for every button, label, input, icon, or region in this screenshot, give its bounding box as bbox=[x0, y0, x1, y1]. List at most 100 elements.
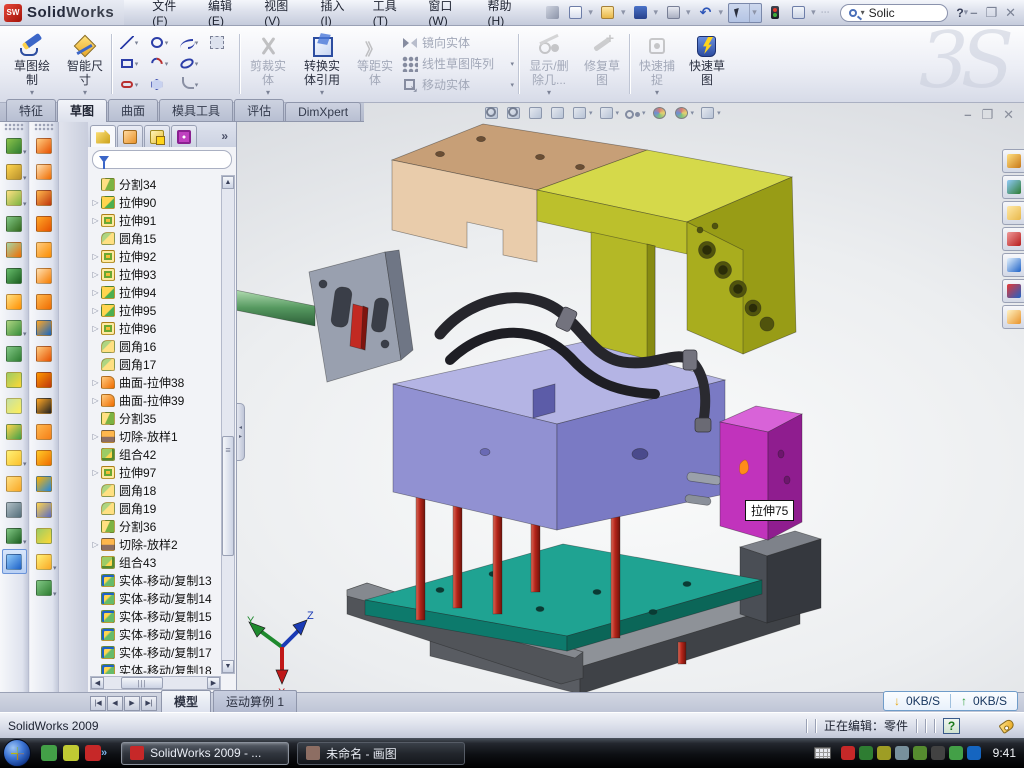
expand-arrow[interactable]: ▷ bbox=[90, 378, 101, 387]
tool-button-draft[interactable]: ▾ bbox=[2, 263, 27, 288]
model-insert-part[interactable] bbox=[237, 250, 413, 382]
sketch-tool-sketch-fillet[interactable]: ▾ bbox=[174, 74, 204, 95]
tool-button-swept-boss[interactable]: ▾ bbox=[2, 211, 27, 236]
sketch-tool-polygon[interactable]: ▾ bbox=[144, 74, 174, 95]
tree-item[interactable]: ▷ 圆角19 bbox=[90, 499, 221, 517]
tree-item[interactable]: ▷ 圆角15 bbox=[90, 229, 221, 247]
task-pane-tab-custom-properties[interactable] bbox=[1002, 305, 1024, 329]
dropdown-arrow[interactable]: ▾ bbox=[717, 109, 721, 117]
tray-icon-network-warning[interactable] bbox=[931, 746, 945, 760]
tree-filter-box[interactable] bbox=[92, 150, 232, 169]
tree-item[interactable]: ▷ 分割34 bbox=[90, 175, 221, 193]
task-pane-tab-solidworks-resources[interactable] bbox=[1002, 149, 1024, 173]
ribbon-tab[interactable]: DimXpert bbox=[285, 102, 361, 121]
tab-dimxpertmanager[interactable] bbox=[171, 125, 197, 147]
task-pane-tab-design-library[interactable] bbox=[1002, 175, 1024, 199]
task-button[interactable]: 未命名 - 画图 bbox=[297, 742, 465, 765]
new-document-button[interactable] bbox=[565, 4, 585, 22]
tool-button-wrap[interactable]: ▾ bbox=[32, 445, 57, 470]
tree-item[interactable]: ▷ 拉伸96 bbox=[90, 319, 221, 337]
tool-button-replace-face[interactable]: ▾ bbox=[32, 419, 57, 444]
sketch-tool-centerpoint-arc[interactable]: ▾ bbox=[144, 53, 174, 74]
tool-button-curves[interactable]: ▾ bbox=[32, 575, 57, 600]
dropdown-arrow[interactable]: ▾ bbox=[195, 39, 199, 47]
scroll-down-button[interactable]: ▼ bbox=[222, 660, 234, 673]
pin-icon[interactable] bbox=[542, 4, 562, 22]
toolbar-grip[interactable] bbox=[4, 123, 24, 131]
tree-item[interactable]: ▷ 圆角16 bbox=[90, 337, 221, 355]
tree-item[interactable]: ▷ 实体-移动/复制18 bbox=[90, 661, 221, 674]
print-button[interactable] bbox=[663, 4, 683, 22]
select-tool-button[interactable]: ▾ bbox=[728, 3, 762, 23]
sketch-tool-straight-slot[interactable]: ▾ bbox=[114, 74, 144, 95]
doc-minimize-button[interactable]: – bbox=[964, 107, 971, 123]
view-tool-section-view[interactable]: ▾ bbox=[527, 105, 544, 121]
tree-item[interactable]: ▷ 拉伸93 bbox=[90, 265, 221, 283]
ribbon-tab[interactable]: 模具工具 bbox=[159, 99, 233, 121]
view-tool-zoom-fit[interactable]: ▾ bbox=[483, 105, 500, 121]
dropdown-arrow[interactable]: ▾ bbox=[135, 81, 139, 89]
tool-button-swept-surface[interactable]: ▾ bbox=[32, 185, 57, 210]
tray-icon-antivirus-alert[interactable] bbox=[841, 746, 855, 760]
tree-item[interactable]: ▷ 切除-放样1 bbox=[90, 427, 221, 445]
quick-launch-icon-app-360[interactable] bbox=[63, 745, 79, 761]
tray-icon-shield-plus[interactable] bbox=[949, 746, 963, 760]
tab-nav-button[interactable]: ▶ bbox=[124, 696, 140, 711]
task-pane-tab-appearances-scenes[interactable] bbox=[1002, 279, 1024, 303]
tree-item[interactable]: ▷ 拉伸91 bbox=[90, 211, 221, 229]
offset-entities-button[interactable]: 等距实 体 bbox=[351, 30, 399, 96]
tool-button-extruded-cut[interactable]: ▾ bbox=[2, 159, 27, 184]
tool-button-split-body[interactable]: ▾ bbox=[2, 393, 27, 418]
expand-arrow[interactable]: ▷ bbox=[90, 540, 101, 549]
quick-snaps-button[interactable]: 快速捕 捉▾ bbox=[633, 30, 681, 96]
options-button[interactable] bbox=[788, 4, 808, 22]
ribbon-tab[interactable]: 特征 bbox=[6, 99, 56, 121]
linear-sketch-pattern-button[interactable]: 线性草图阵列 ▾ bbox=[402, 53, 514, 74]
3d-model[interactable]: Y Z X bbox=[237, 122, 1024, 692]
tool-button-move-copy-body[interactable]: ▾ bbox=[2, 419, 27, 444]
tool-button-combine-bodies[interactable]: ▾ bbox=[2, 367, 27, 392]
tree-item[interactable]: ▷ 实体-移动/复制14 bbox=[90, 589, 221, 607]
quick-launch-icon-solidworks-launcher[interactable] bbox=[85, 745, 101, 761]
trim-entities-button[interactable]: 剪裁实 体▾ bbox=[243, 30, 293, 96]
tool-button-reference-geometry[interactable]: ▾ bbox=[32, 549, 57, 574]
dropdown-arrow[interactable]: ▾ bbox=[23, 330, 27, 338]
sketch-tool-circle[interactable]: ▾ bbox=[144, 32, 174, 53]
expand-arrow[interactable]: ▷ bbox=[90, 468, 101, 477]
expand-arrow[interactable]: ▷ bbox=[90, 396, 101, 405]
tray-icon-user-switch[interactable] bbox=[967, 746, 981, 760]
tray-icon-sync-green[interactable] bbox=[913, 746, 927, 760]
rapid-sketch-button[interactable]: 快速草 图 bbox=[683, 30, 731, 96]
dropdown-arrow[interactable]: ▾ bbox=[23, 460, 27, 468]
tree-item[interactable]: ▷ 实体-移动/复制15 bbox=[90, 607, 221, 625]
tool-button-flex[interactable]: ▾ bbox=[32, 133, 57, 158]
view-tool-view-3d[interactable]: ▾ bbox=[549, 105, 566, 121]
task-pane-tab-file-explorer[interactable] bbox=[1002, 201, 1024, 225]
expand-arrow[interactable]: ▷ bbox=[90, 288, 101, 297]
tool-button-revolved-surface[interactable]: ▾ bbox=[32, 159, 57, 184]
tool-button-mirror-bodies[interactable]: ▾ bbox=[2, 341, 27, 366]
panel-splitter-handle[interactable]: ◂▸ bbox=[237, 403, 245, 461]
search-dropdown-arrow[interactable]: ▾ bbox=[861, 8, 865, 17]
view-tool-apply-scene[interactable]: ▾ bbox=[673, 105, 695, 121]
sketch-tool-point[interactable]: ▾ bbox=[204, 74, 234, 95]
close-button[interactable]: ✕ bbox=[1005, 5, 1016, 21]
tool-button-delete-face[interactable]: ▾ bbox=[32, 393, 57, 418]
expand-arrow[interactable]: ▷ bbox=[90, 270, 101, 279]
dropdown-arrow[interactable]: ▾ bbox=[53, 564, 57, 572]
tool-button-reference-axis[interactable]: ▾ bbox=[2, 497, 27, 522]
task-pane-tab-view-palette[interactable] bbox=[1002, 253, 1024, 277]
smart-dimension-button[interactable]: 智能尺 寸▾ bbox=[60, 30, 110, 96]
document-tab[interactable]: 模型 bbox=[161, 690, 211, 712]
tool-button-fillet[interactable]: ▾ bbox=[2, 185, 27, 210]
view-tool-zoom-area[interactable]: ▾ bbox=[505, 105, 522, 121]
dropdown-arrow[interactable]: ▾ bbox=[616, 109, 620, 117]
search-input[interactable]: Solic bbox=[869, 6, 895, 20]
quick-tips-button[interactable]: ? bbox=[943, 718, 960, 734]
tree-item[interactable]: ▷ 实体-移动/复制13 bbox=[90, 571, 221, 589]
tab-nav-button[interactable]: ▶| bbox=[141, 696, 157, 711]
tool-button-move-face[interactable]: ▾ bbox=[32, 471, 57, 496]
expand-arrow[interactable]: ▷ bbox=[90, 216, 101, 225]
scroll-thumb[interactable]: ||| bbox=[121, 677, 163, 689]
sketch-tool-line[interactable]: ▾ bbox=[114, 32, 144, 53]
